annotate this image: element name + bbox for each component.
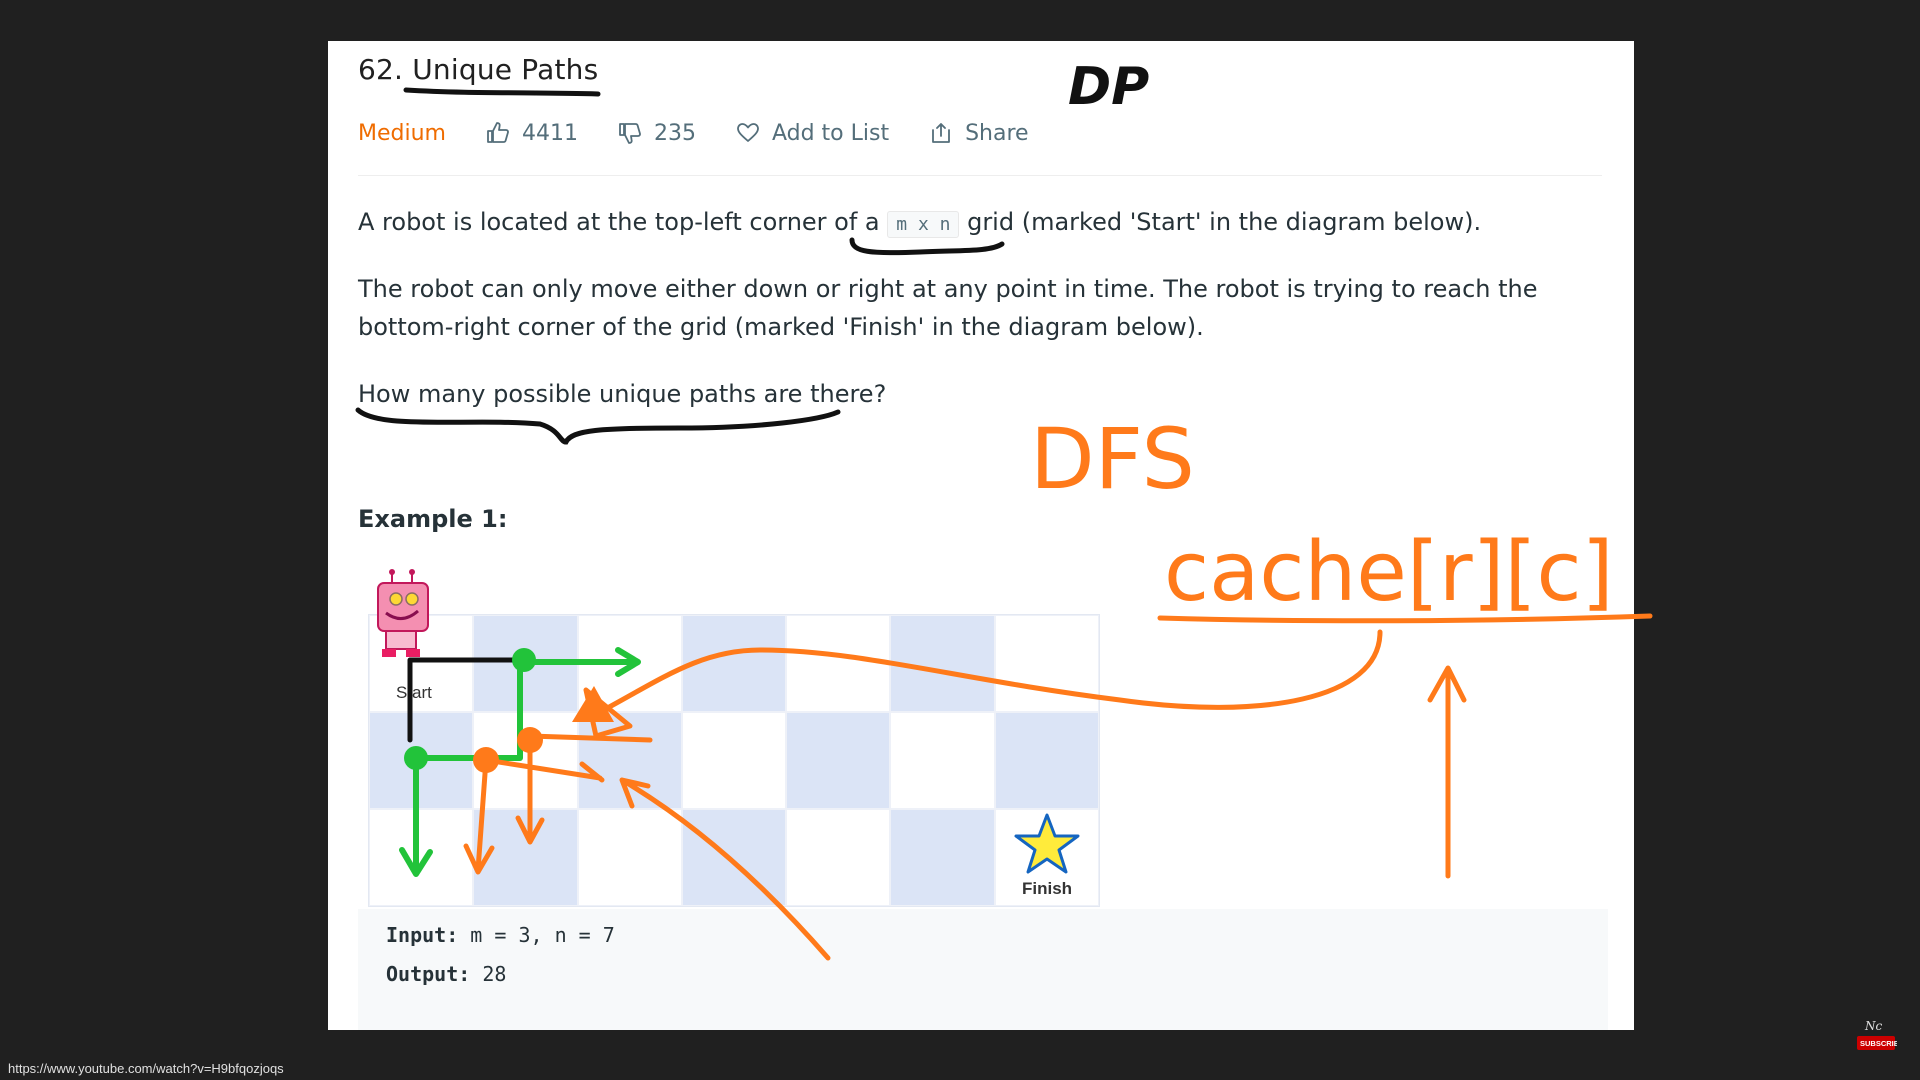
- example-title: Example 1:: [358, 505, 508, 533]
- video-frame: 62. Unique Paths Medium 4411 235 Add to: [0, 0, 1920, 1080]
- problem-title: 62. Unique Paths: [358, 53, 599, 86]
- grid-cell: [473, 712, 578, 809]
- dislike-button[interactable]: 235: [618, 121, 696, 146]
- grid-cell: [786, 615, 891, 712]
- grid-cell: [890, 809, 995, 906]
- difficulty-badge: Medium: [358, 120, 446, 146]
- grid-cell: [681, 712, 787, 809]
- grid-cell: [681, 615, 787, 712]
- divider: [358, 175, 1602, 176]
- grid-cell: [786, 809, 891, 906]
- description-paragraph-2: The robot can only move either down or r…: [358, 275, 1538, 341]
- thumbs-down-icon: [619, 123, 641, 144]
- share-label: Share: [965, 120, 1029, 146]
- share-icon: [932, 123, 950, 143]
- heart-icon: [737, 123, 759, 142]
- svg-text:SUBSCRIBE: SUBSCRIBE: [1860, 1039, 1897, 1048]
- robot-icon: [377, 569, 429, 657]
- dislike-count: 235: [653, 120, 696, 146]
- grid-cell: [369, 809, 474, 906]
- grid-cell: [681, 809, 787, 906]
- grid-cell: [369, 712, 474, 809]
- subscribe-icon[interactable]: Nc SUBSCRIBE: [1855, 1018, 1897, 1054]
- grid-cell: [473, 809, 578, 906]
- description-question: How many possible unique paths are there…: [358, 380, 887, 408]
- grid-cell: [786, 712, 891, 809]
- share-button[interactable]: Share: [929, 121, 1029, 146]
- example-code-block: Input: m = 3, n = 7 Output: 28: [358, 909, 1608, 1030]
- grid-cell: [577, 712, 682, 809]
- grid-cell: [890, 615, 995, 712]
- grid-cell: [890, 712, 995, 809]
- inline-code-m-x-n: m x n: [887, 211, 960, 238]
- svg-text:Nc: Nc: [1864, 1019, 1883, 1033]
- finish-label: Finish: [1022, 879, 1073, 898]
- problem-card: 62. Unique Paths Medium 4411 235 Add to: [328, 41, 1634, 1030]
- description-paragraph-1: A robot is located at the top-left corne…: [358, 208, 1482, 238]
- thumbs-up-icon: [487, 122, 509, 143]
- example-output-line: Output: 28: [386, 962, 507, 986]
- like-count: 4411: [521, 120, 578, 146]
- status-url: https://www.youtube.com/watch?v=H9bfqozj…: [0, 1058, 292, 1080]
- example-input-line: Input: m = 3, n = 7: [386, 923, 615, 947]
- grid-cell: [994, 712, 1099, 809]
- problem-meta-bar: Medium 4411 235 Add to List Share: [358, 115, 1069, 151]
- add-to-list-button[interactable]: Add to List: [736, 121, 889, 146]
- example-grid: [368, 614, 1100, 907]
- grid-cell: [473, 615, 578, 712]
- grid-cell: [577, 615, 682, 712]
- add-to-list-label: Add to List: [771, 120, 890, 146]
- star-icon: [1014, 813, 1080, 874]
- grid-cell: [994, 615, 1099, 712]
- like-button[interactable]: 4411: [486, 121, 578, 146]
- grid-cell: [577, 809, 682, 906]
- start-label: Start: [396, 683, 432, 702]
